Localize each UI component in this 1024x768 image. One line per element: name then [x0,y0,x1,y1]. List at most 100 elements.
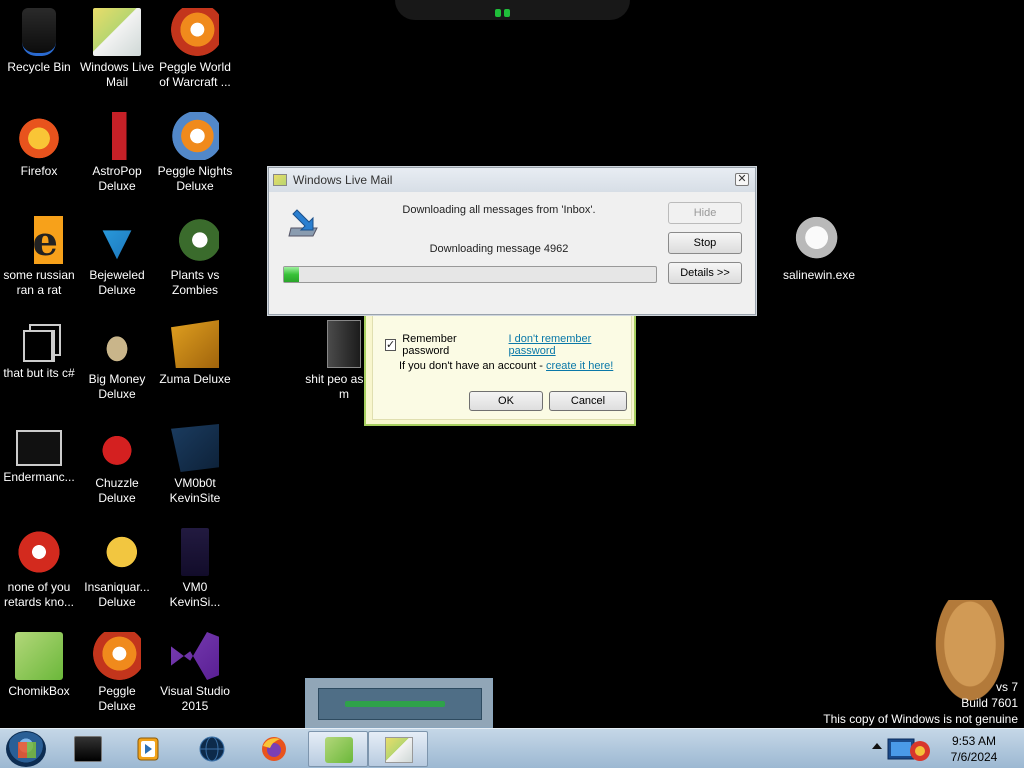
remember-password-checkbox[interactable]: ✓ [385,339,397,351]
desktop-icon-bejeweled[interactable]: Bejeweled Deluxe [78,212,156,298]
taskbar-item-windows-live-mail[interactable] [368,731,428,767]
executable-icon [795,216,843,264]
recycle-bin-icon [22,8,56,56]
account-text: If you don't have an account - [399,360,547,372]
icon-label: ChomikBox [8,684,70,698]
icon-label: Visual Studio 2015 [160,684,230,713]
desktop-icon-vm0[interactable]: VM0 KevinSi... [156,524,234,610]
folders-icon [23,330,55,362]
hide-button[interactable]: Hide [668,202,742,224]
icon-label: Chuzzle Deluxe [95,476,139,505]
thumbnail-image [318,688,482,720]
desktop-icon-insaniquarium[interactable]: Insaniquar... Deluxe [78,524,156,610]
download-arrow-icon [287,208,321,238]
desktop-icon-visual-studio[interactable]: Visual Studio 2015 [156,628,234,714]
chomikbox-icon [325,737,353,763]
watermark-line-2: Build 7601 [961,696,1018,710]
desktop-icon-vm0b0t[interactable]: VM0b0t KevinSite [156,420,234,506]
taskbar-item-firefox[interactable] [244,731,304,767]
start-button[interactable] [6,731,46,767]
clock[interactable]: 9:53 AM 7/6/2024 [936,733,1012,765]
taskbar-item-browser[interactable] [182,731,242,767]
stop-button[interactable]: Stop [668,232,742,254]
desktop-icon-chuzzle[interactable]: Chuzzle Deluxe [78,420,156,506]
zuma-icon [171,320,219,368]
icon-label: VM0b0t KevinSite [169,476,221,505]
firefox-icon [15,112,63,160]
icon-label: AstroPop Deluxe [92,164,142,193]
watermark-line-1: vs 7 [995,680,1018,694]
cancel-button[interactable]: Cancel [549,391,627,411]
taskbar-item-chomikbox[interactable] [308,731,368,767]
chuzzle-icon [93,424,141,472]
insaniquarium-icon [93,528,141,576]
desktop-icon-peggle-deluxe[interactable]: Peggle Deluxe [78,628,156,714]
taskbar-item-media-player[interactable] [118,731,178,767]
chomikbox-icon [15,632,63,680]
visual-studio-icon [171,632,219,680]
windows-live-mail-icon [93,8,141,56]
remember-password-row: ✓ Remember password I don't remember pas… [385,333,631,357]
clock-date: 7/6/2024 [950,750,998,764]
vm-folder-icon [171,424,219,472]
progress-fill [284,267,299,282]
icon-label: Endermanc... [3,470,75,484]
icon-label: Bejeweled Deluxe [89,268,145,297]
status-light-icon [495,4,529,17]
taskbar-thumbnail-preview[interactable] [305,678,493,728]
desktop-icon-peggle-nights[interactable]: Peggle Nights Deluxe [156,108,234,194]
dialog-title: Windows Live Mail [293,173,393,187]
close-icon[interactable]: ✕ [735,173,749,186]
show-hidden-icons-icon[interactable] [872,743,882,749]
create-account-link[interactable]: create it here! [546,360,613,372]
desktop-icon-endermanc[interactable]: Endermanc... [0,420,78,485]
details-button[interactable]: Details >> [668,262,742,284]
system-tray: 9:53 AM 7/6/2024 [864,729,1024,768]
astropop-icon [93,112,141,160]
mail-app-icon [273,174,287,186]
mail-icon [385,737,413,763]
media-player-icon [134,736,162,762]
desktop-icon-firefox[interactable]: Firefox [0,108,78,179]
login-panel: ✓ Remember password I don't remember pas… [372,300,632,420]
watermark-line-3: This copy of Windows is not genuine [823,712,1018,726]
plants-vs-zombies-icon [171,216,219,264]
create-account-row: If you don't have an account - create it… [399,360,613,372]
peggle-icon [171,8,219,56]
download-progress-message: Downloading message 4962 [429,243,569,255]
desktop-icon-big-money[interactable]: Big Money Deluxe [78,316,156,402]
download-dialog: Windows Live Mail ✕ Downloading all mess… [268,167,756,315]
download-progress-bar [283,266,657,283]
desktop-icon-astropop[interactable]: AstroPop Deluxe [78,108,156,194]
clock-time: 9:53 AM [951,734,997,748]
tray-app-icon[interactable] [886,733,934,765]
remember-password-label: Remember password [402,333,457,357]
forgot-password-link[interactable]: I don't remember password [509,333,631,357]
desktop: Recycle Bin Firefox some russian ran a r… [0,0,1024,768]
desktop-icon-recycle-bin[interactable]: Recycle Bin [0,4,78,75]
taskbar-item-cmd[interactable] [58,731,118,767]
globe-icon [198,736,226,762]
icon-label: Big Money Deluxe [88,372,146,401]
icon-label: that but its c# [3,366,75,380]
desktop-icon-peggle-wow[interactable]: Peggle World of Warcraft ... [156,4,234,90]
icon-label: Zuma Deluxe [159,372,231,386]
desktop-icon-plants-vs-zombies[interactable]: Plants vs Zombies [156,212,234,298]
ok-button[interactable]: OK [469,391,543,411]
dialog-titlebar[interactable]: Windows Live Mail [269,168,755,192]
desktop-icon-some-russian[interactable]: some russian ran a rat [0,212,78,298]
desktop-icon-that-but-its-csharp[interactable]: that but its c# [0,316,78,381]
file-icon [181,528,209,576]
icon-label: Recycle Bin [7,60,71,74]
icon-label: Peggle Deluxe [98,684,136,713]
icon-label: Peggle World of Warcraft ... [159,60,231,89]
icon-label: none of you retards kno... [3,580,75,609]
desktop-icon-salinewin[interactable]: salinewin.exe [780,212,858,283]
windows-watermark: vs 7 Build 7601 This copy of Windows is … [823,679,1018,727]
desktop-icon-chomikbox[interactable]: ChomikBox [0,628,78,699]
desktop-icon-windows-live-mail[interactable]: Windows Live Mail [78,4,156,90]
desktop-icon-none-of-you[interactable]: none of you retards kno... [0,524,78,610]
desktop-icon-zuma[interactable]: Zuma Deluxe [156,316,234,387]
window-icon [16,430,62,466]
peggle-deluxe-icon [93,632,141,680]
